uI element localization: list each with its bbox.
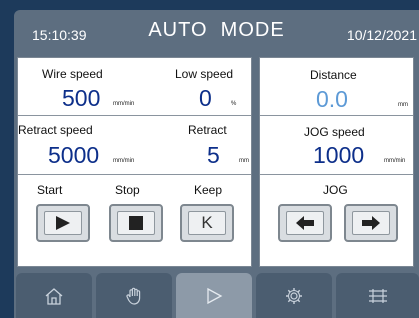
feed-icon xyxy=(368,288,387,303)
low-speed-label: Low speed xyxy=(175,67,234,81)
divider xyxy=(260,174,413,175)
keep-button-text: K xyxy=(201,213,213,232)
retract-speed-label: Retract speed xyxy=(18,123,93,137)
wire-speed-unit: mm/min xyxy=(113,101,135,107)
low-speed-unit: % xyxy=(231,101,237,107)
jog-label: JOG xyxy=(323,183,348,197)
stop-icon xyxy=(111,206,161,240)
stop-button[interactable] xyxy=(109,204,163,242)
retract-speed-field[interactable]: Retract speed 5000 mm/min xyxy=(18,116,135,174)
retract-speed-value: 5000 xyxy=(48,142,100,168)
jog-speed-unit: mm/min xyxy=(384,158,406,164)
retract-speed-unit: mm/min xyxy=(113,158,135,164)
arrow-right-icon xyxy=(346,206,396,240)
wire-speed-field[interactable]: Wire speed 500 mm/min xyxy=(18,58,135,115)
jog-speed-value: 1000 xyxy=(313,142,365,168)
play-icon xyxy=(38,206,88,240)
jog-speed-field[interactable]: JOG speed 1000 mm/min xyxy=(260,116,413,174)
nav-feed-button[interactable] xyxy=(336,273,419,318)
distance-unit: mm xyxy=(398,102,408,108)
retract-field[interactable]: Retract 5 mm xyxy=(135,116,251,174)
nav-settings-button[interactable] xyxy=(256,273,332,318)
arrow-left-icon xyxy=(280,206,330,240)
stop-label: Stop xyxy=(115,183,140,197)
start-button[interactable] xyxy=(36,204,90,242)
retract-unit: mm xyxy=(239,158,249,164)
divider xyxy=(18,174,251,175)
retract-value: 5 xyxy=(207,142,220,168)
home-icon xyxy=(45,287,63,305)
hmi-screen: 15:10:39 AUTO MODE 10/12/2021 Wire speed… xyxy=(14,10,419,318)
distance-label: Distance xyxy=(310,68,357,82)
clock-date: 10/12/2021 xyxy=(346,27,417,43)
low-speed-field[interactable]: Low speed 0 % xyxy=(135,58,251,115)
process-panel: Wire speed 500 mm/min Low speed 0 % Retr… xyxy=(17,57,252,267)
retract-label: Retract xyxy=(188,123,227,137)
nav-auto-button[interactable] xyxy=(176,273,252,318)
jog-forward-button[interactable] xyxy=(344,204,398,242)
low-speed-value: 0 xyxy=(199,85,212,111)
nav-home-button[interactable] xyxy=(16,273,92,318)
jog-backward-button[interactable] xyxy=(278,204,332,242)
jog-panel: Distance 0.0 mm JOG speed 1000 mm/min JO… xyxy=(259,57,414,267)
hand-icon xyxy=(126,287,141,305)
nav-manual-button[interactable] xyxy=(96,273,172,318)
bottom-nav xyxy=(14,273,419,318)
distance-value: 0.0 xyxy=(316,86,348,112)
start-label: Start xyxy=(37,183,63,197)
jog-speed-label: JOG speed xyxy=(304,125,365,139)
wire-speed-value: 500 xyxy=(62,85,101,111)
wire-speed-label: Wire speed xyxy=(42,67,103,81)
distance-field[interactable]: Distance 0.0 mm xyxy=(260,58,413,115)
gear-icon xyxy=(286,287,302,304)
play-icon xyxy=(207,287,223,304)
header-bar: 15:10:39 AUTO MODE 10/12/2021 xyxy=(14,10,419,48)
keep-label: Keep xyxy=(194,183,223,197)
keep-button[interactable]: K xyxy=(180,204,234,242)
